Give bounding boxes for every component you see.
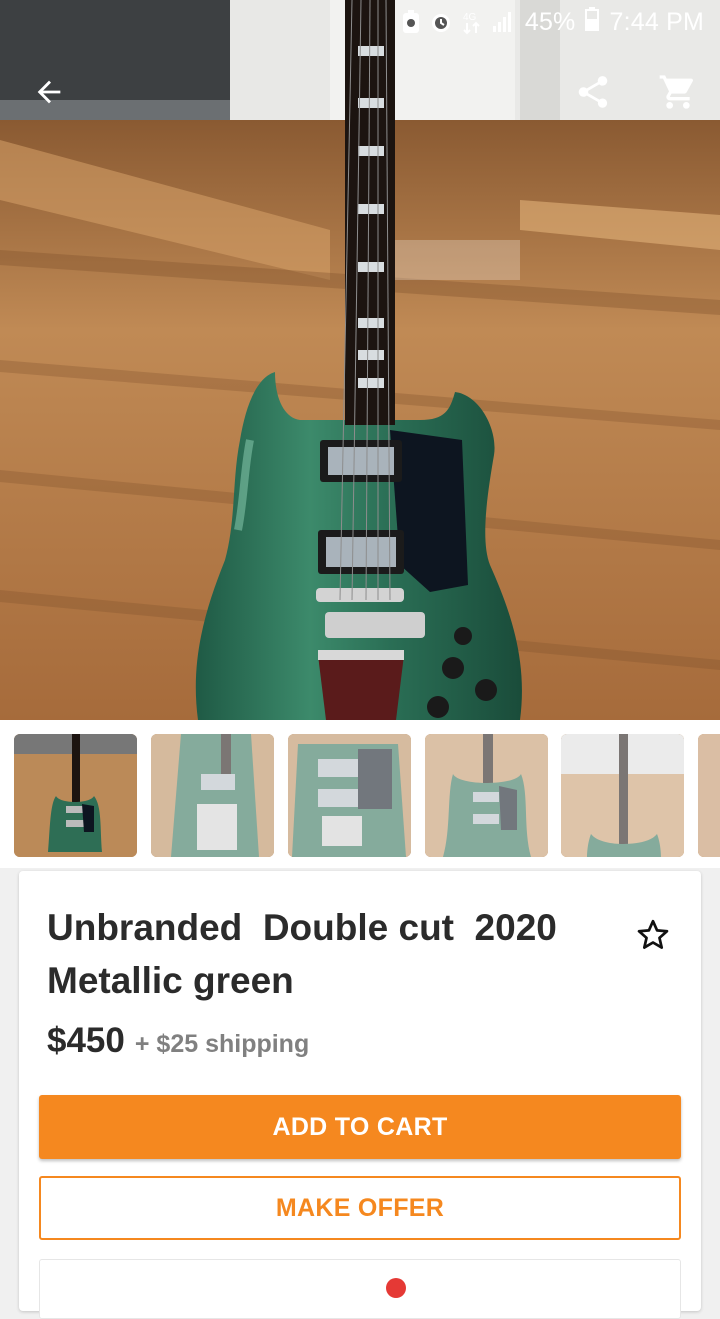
thumbnail-strip [0,720,720,868]
thumbnail-4[interactable] [425,734,548,857]
thumbnail-2[interactable] [151,734,274,857]
svg-text:4G: 4G [463,12,477,23]
share-icon [578,76,608,108]
add-to-cart-button[interactable]: ADD TO CART [39,1095,681,1159]
thumbnail-image [151,734,274,857]
share-button[interactable] [561,60,625,124]
action-bar [0,60,720,124]
thumbnail-5[interactable] [561,734,684,857]
battery-percent: 45% [524,7,576,36]
watch-button[interactable] [629,911,677,959]
shipping-cost: + $25 shipping [134,1030,310,1058]
thumbnail-image [288,734,411,857]
secondary-action-button[interactable] [39,1259,681,1319]
thumbnail-image [561,734,684,857]
price-row: $450 + $25 shipping [47,1021,309,1061]
thumbnail-image [14,734,137,857]
data-4g-icon: 4G [461,9,483,35]
clock: 7:44 PM [609,7,704,36]
thumbnail-3[interactable] [288,734,411,857]
status-bar: 4G 45% 7:44 PM [0,0,720,44]
thumbnail-image [425,734,548,857]
back-button[interactable] [17,60,81,124]
make-offer-button[interactable]: MAKE OFFER [39,1176,681,1240]
battery-icon [585,6,600,38]
thumbnail-1[interactable] [14,734,137,857]
cart-icon [659,75,694,109]
price: $450 [47,1021,125,1060]
back-arrow-icon [37,80,61,104]
status-icons: 4G [401,9,515,35]
battery-saver-icon [401,10,421,34]
cart-button[interactable] [646,60,710,124]
alarm-icon [429,10,453,34]
listing-title: Unbranded Double cut 2020 Metallic green [47,907,557,1001]
red-dot-icon [386,1278,406,1298]
thumbnail-6[interactable] [698,734,720,857]
thumbnail-image [698,734,720,857]
star-outline-icon [637,919,669,949]
listing-details-card: Unbranded Double cut 2020 Metallic green… [19,871,701,1319]
signal-icon [491,10,515,34]
